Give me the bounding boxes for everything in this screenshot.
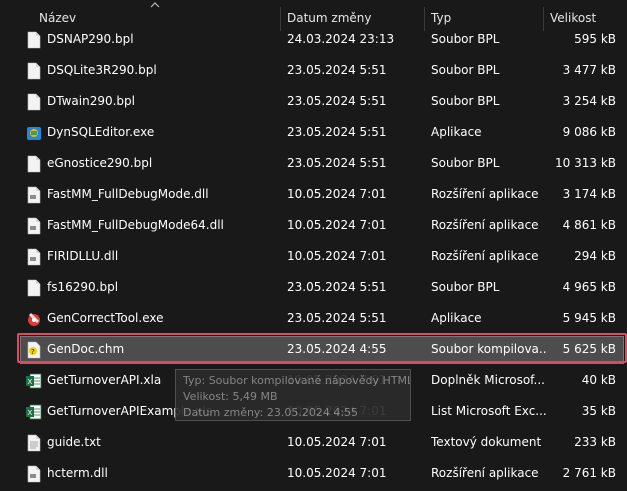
file-date: 10.05.2024 7:01	[287, 218, 387, 232]
file-name: DSNAP290.bpl	[47, 32, 134, 46]
file-name: fs16290.bpl	[47, 280, 119, 294]
tooltip-size: Velikost: 5,49 MB	[183, 390, 278, 403]
file-row[interactable]: DSNAP290.bpl 24.03.2024 23:13 Soubor BPL 59…	[0, 24, 627, 55]
file-size: 294 kB	[574, 249, 616, 263]
file-date: 24.03.2024 23:13	[287, 32, 395, 46]
file-name: FastMM_FullDebugMode.dll	[47, 187, 209, 201]
file-row[interactable]: hcterm.dll 10.05.2024 7:01 Rozšíření aplik…	[0, 458, 627, 489]
sort-ascending-icon	[150, 2, 160, 8]
text-file-icon	[27, 434, 41, 452]
file-tooltip: Typ: Soubor kompilované nápovědy HTML Ve…	[175, 369, 411, 421]
file-icon	[27, 62, 41, 80]
file-size: 10 313 kB	[555, 156, 616, 170]
file-date: 10.05.2024 7:01	[287, 187, 387, 201]
file-date: 10.05.2024 7:01	[287, 466, 387, 480]
file-size: 3 174 kB	[562, 187, 616, 201]
file-size: 3 477 kB	[562, 63, 616, 77]
file-date: 23.05.2024 5:51	[287, 156, 387, 170]
file-size: 233 kB	[574, 435, 616, 449]
svg-text:X: X	[28, 409, 33, 417]
file-type: Rozšíření aplikace	[431, 218, 539, 232]
file-row[interactable]: DSQLite3R290.bpl 23.05.2024 5:51 Soubor BP…	[0, 55, 627, 86]
file-name: DynSQLEditor.exe	[47, 125, 155, 139]
file-name: DTwain290.bpl	[47, 94, 135, 108]
file-date: 23.05.2024 5:51	[287, 280, 387, 294]
file-row[interactable]: guide.txt 10.05.2024 7:01 Textový dokument…	[0, 427, 627, 458]
file-name: eGnostice290.bpl	[47, 156, 153, 170]
file-size: 595 kB	[574, 32, 616, 46]
file-type: Soubor BPL	[431, 280, 500, 294]
file-size: 4 965 kB	[562, 280, 616, 294]
file-type: Rozšíření aplikace	[431, 466, 539, 480]
file-type: Soubor BPL	[431, 32, 500, 46]
svg-text:X: X	[28, 378, 33, 386]
file-row[interactable]: FastMM_FullDebugMode64.dll 10.05.2024 7:0…	[0, 210, 627, 241]
file-name: guide.txt	[47, 435, 101, 449]
file-icon	[27, 93, 41, 111]
file-date: 23.05.2024 5:51	[287, 63, 387, 77]
file-size: 5 945 kB	[562, 311, 616, 325]
file-date: 23.05.2024 5:51	[287, 94, 387, 108]
dll-icon	[27, 186, 41, 204]
tooltip-type: Typ: Soubor kompilované nápovědy HTML	[183, 374, 410, 387]
dll-icon	[27, 248, 41, 266]
file-row[interactable]: GenCorrectTool.exe 23.05.2024 5:51 Aplikac…	[0, 303, 627, 334]
dll-icon	[27, 465, 41, 483]
file-size: 3 254 kB	[562, 94, 616, 108]
file-date: 23.05.2024 5:51	[287, 125, 387, 139]
file-row[interactable]: FastMM_FullDebugMode.dll 10.05.2024 7:01 R…	[0, 179, 627, 210]
file-size: 35 kB	[581, 404, 616, 418]
file-row[interactable]: FIRIDLLU.dll 10.05.2024 7:01 Rozšíření apl…	[0, 241, 627, 272]
file-row[interactable]: fs16290.bpl 23.05.2024 5:51 Soubor BPL 4 96…	[0, 272, 627, 303]
file-name: DSQLite3R290.bpl	[47, 63, 157, 77]
file-size: 2 761 kB	[562, 466, 616, 480]
file-date: 23.05.2024 5:51	[287, 311, 387, 325]
file-name: FIRIDLLU.dll	[47, 249, 119, 263]
tool-icon	[28, 312, 40, 326]
file-date: 10.05.2024 7:01	[287, 249, 387, 263]
file-row[interactable]: eGnostice290.bpl 23.05.2024 5:51 Soubor BP…	[0, 148, 627, 179]
app-icon	[27, 127, 41, 140]
file-row[interactable]: DTwain290.bpl 23.05.2024 5:51 Soubor BPL 3 …	[0, 86, 627, 117]
file-icon	[27, 31, 41, 49]
file-size: 4 861 kB	[562, 218, 616, 232]
file-row[interactable]: DynSQLEditor.exe 23.05.2024 5:51 Aplikace 9…	[0, 117, 627, 148]
file-icon	[27, 279, 41, 297]
file-type: Aplikace	[431, 311, 482, 325]
file-type: Aplikace	[431, 125, 482, 139]
excel-icon: X	[26, 404, 42, 420]
file-icon	[27, 155, 41, 173]
excel-icon: X	[26, 373, 42, 389]
selection-highlight	[17, 333, 627, 363]
file-size: 40 kB	[581, 373, 616, 387]
file-size: 9 086 kB	[562, 125, 616, 139]
file-type: Soubor BPL	[431, 94, 500, 108]
file-type: Textový dokument	[431, 435, 542, 449]
file-type: Soubor BPL	[431, 156, 500, 170]
dll-icon	[27, 217, 41, 235]
file-date: 10.05.2024 7:01	[287, 435, 387, 449]
file-type: Rozšíření aplikace	[431, 187, 539, 201]
file-name: GenCorrectTool.exe	[47, 311, 164, 325]
file-type: List Microsoft Exc...	[431, 404, 546, 418]
file-type: Soubor BPL	[431, 63, 500, 77]
file-type: Rozšíření aplikace	[431, 249, 539, 263]
file-name: FastMM_FullDebugMode64.dll	[47, 218, 224, 232]
file-type: Doplněk Microsof...	[431, 373, 545, 387]
file-name: hcterm.dll	[47, 466, 108, 480]
tooltip-date: Datum změny: 23.05.2024 4:55	[183, 406, 359, 419]
